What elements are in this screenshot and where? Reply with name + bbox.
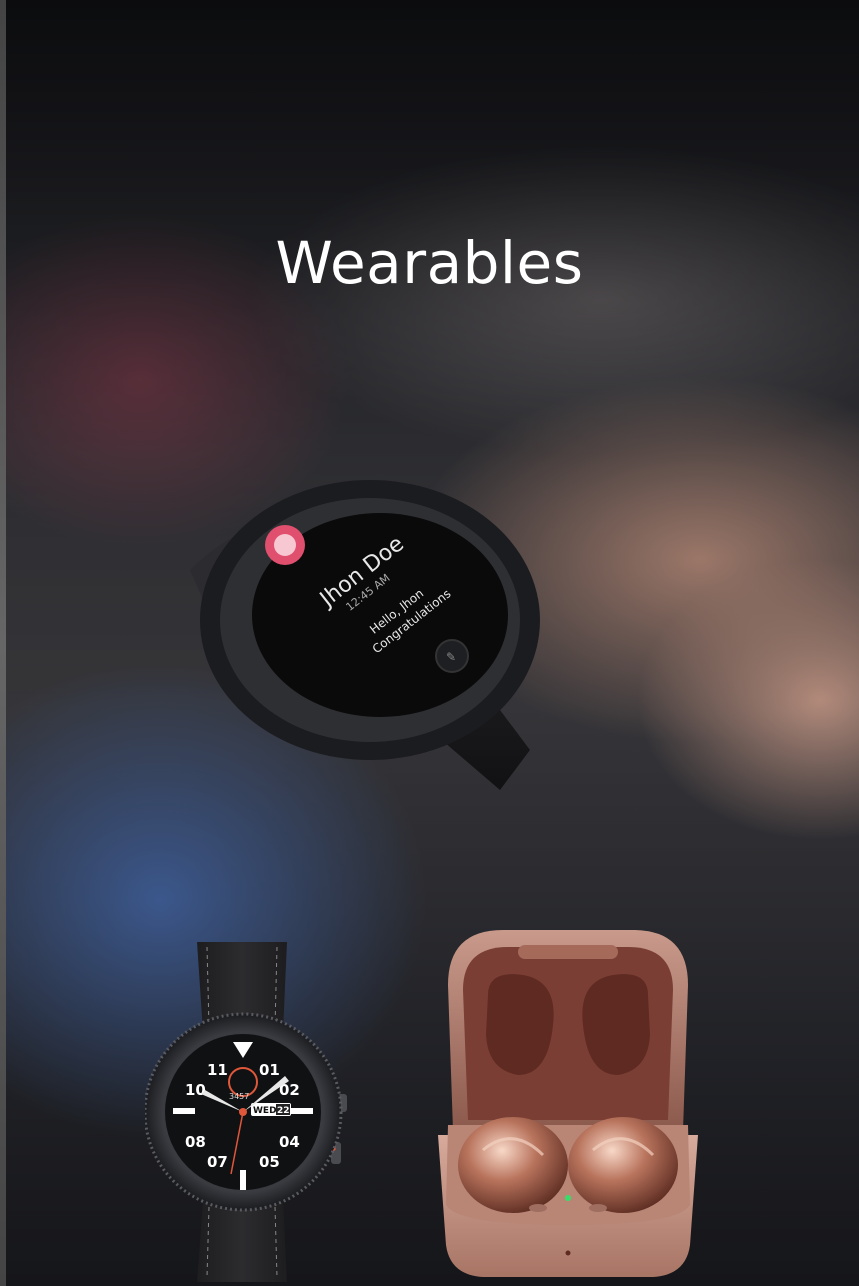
watch-hour-11: 11 <box>207 1061 228 1079</box>
background-watch-photo: Jhon Doe 12:45 AM Hello, Jhon Congratula… <box>190 480 540 790</box>
earbuds-product-image <box>438 930 698 1277</box>
watch-hour-10: 10 <box>185 1081 206 1099</box>
left-edge-strip <box>0 0 6 1286</box>
watch-hour-04: 04 <box>279 1133 300 1151</box>
watch-day: WED <box>253 1106 277 1116</box>
buds-led-icon <box>565 1195 571 1201</box>
hero-banner: Wearables Jhon Doe 12:45 AM Hello, Jhon … <box>0 0 859 1286</box>
watch-product-image: 11 01 10 02 08 04 07 05 3457 WED 22 <box>145 942 347 1282</box>
watch-hour-05: 05 <box>259 1153 280 1171</box>
watch-hour-08: 08 <box>185 1133 206 1151</box>
svg-text:✎: ✎ <box>446 650 456 664</box>
watch-date: 22 <box>277 1106 290 1116</box>
watch-hour-01: 01 <box>259 1061 280 1079</box>
watch-steps: 3457 <box>229 1092 249 1101</box>
watch-hour-07: 07 <box>207 1153 228 1171</box>
page-title: Wearables <box>275 228 584 297</box>
